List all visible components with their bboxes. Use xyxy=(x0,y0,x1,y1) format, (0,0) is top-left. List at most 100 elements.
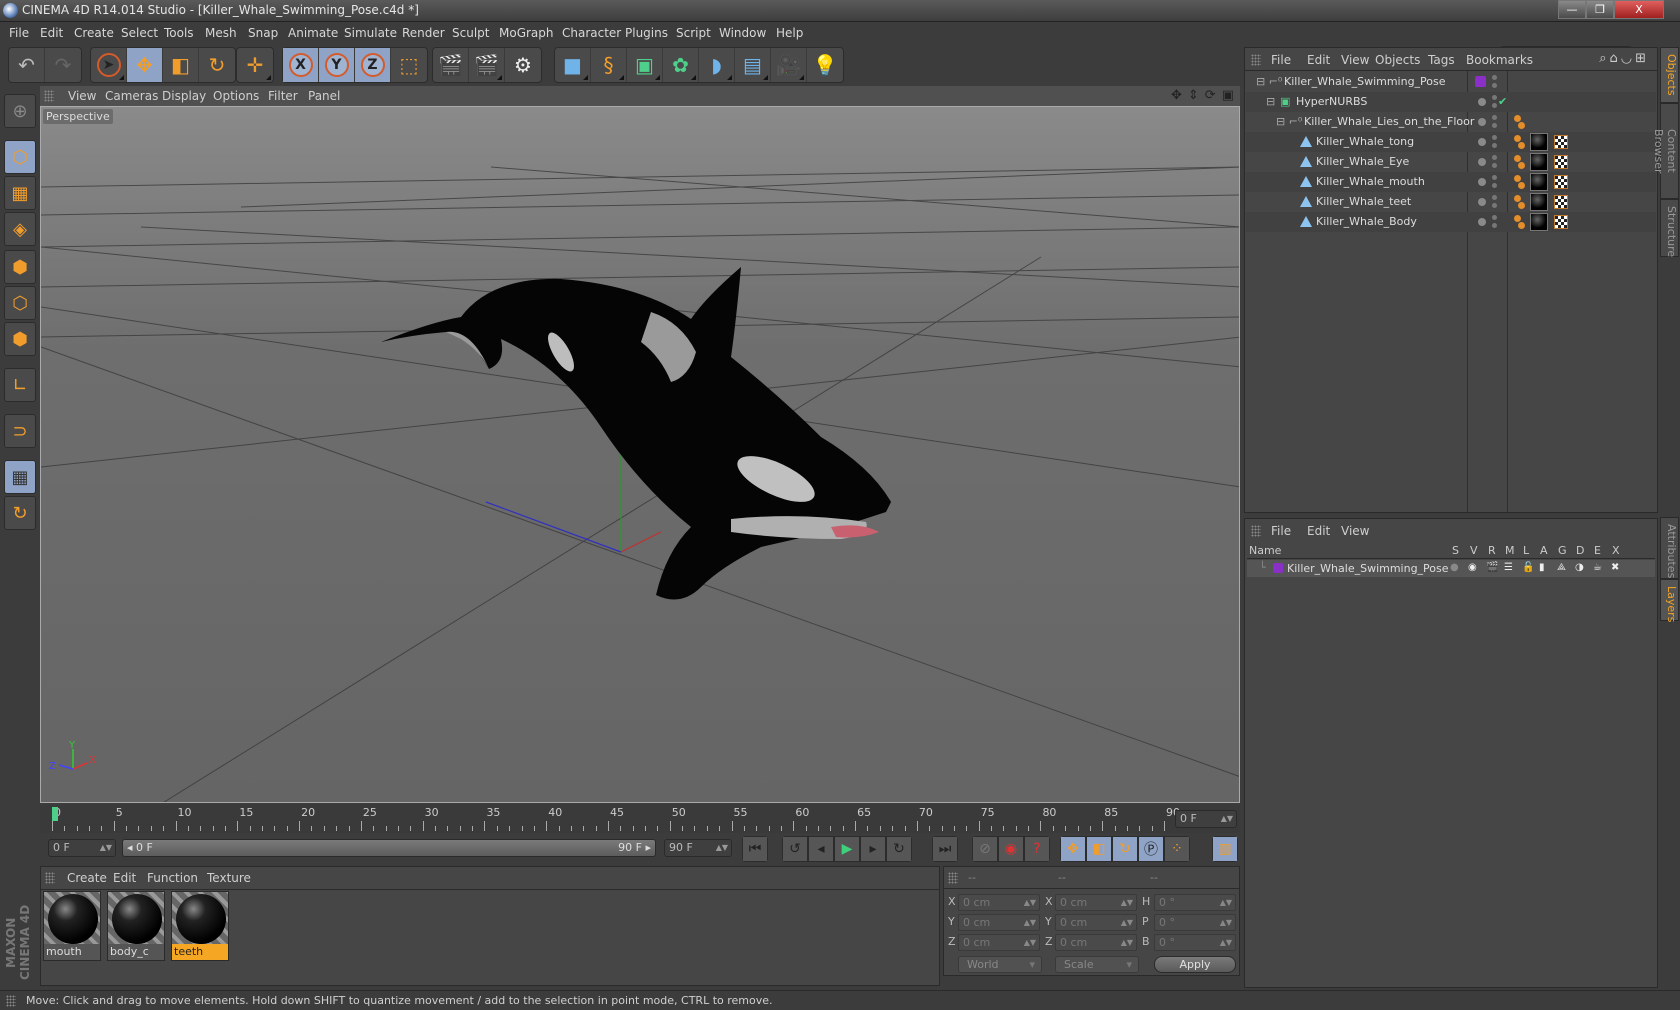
go-to-end-icon[interactable]: ⏭ xyxy=(932,836,958,862)
recent-tool-icon[interactable]: ✛ xyxy=(237,48,273,82)
panel-grip[interactable] xyxy=(44,90,54,102)
rotation-h-field[interactable]: 0 ° ▲▼ xyxy=(1154,894,1236,911)
material-menu-function[interactable]: Function xyxy=(147,871,198,885)
viewport-menu-filter[interactable]: Filter xyxy=(268,89,298,103)
material-menu-edit[interactable]: Edit xyxy=(113,871,136,885)
tab-objects[interactable]: Objects xyxy=(1660,47,1679,103)
rotate-view-icon[interactable]: ⟳ xyxy=(1205,88,1216,103)
layers-menu-edit[interactable]: Edit xyxy=(1307,524,1330,538)
spline-icon[interactable]: § xyxy=(591,48,627,82)
timeline-ruler[interactable]: 051015202530354045505560657075808590 0 F… xyxy=(40,805,1240,833)
objects-menu-view[interactable]: View xyxy=(1341,53,1369,67)
object-row-killer-whale-mouth[interactable]: Killer_Whale_mouth xyxy=(1246,172,1656,192)
workplane-icon[interactable]: ◈ xyxy=(4,212,36,246)
menu-create[interactable]: Create xyxy=(74,26,114,40)
animation-toggle-icon[interactable]: ▮ xyxy=(1539,562,1545,573)
object-row-hypernurbs[interactable]: ⊟ ▣ HyperNURBS ✔ xyxy=(1246,92,1656,112)
apply-button[interactable]: Apply xyxy=(1154,956,1236,973)
manager-toggle-icon[interactable]: ☰ xyxy=(1504,562,1513,573)
tab-attributes[interactable]: Attributes xyxy=(1660,517,1679,579)
menu-help[interactable]: Help xyxy=(776,26,803,40)
size-x-field[interactable]: 0 cm ▲▼ xyxy=(1055,894,1137,911)
restore-button[interactable]: ❐ xyxy=(1586,0,1614,19)
menu-mesh[interactable]: Mesh xyxy=(205,26,237,40)
playhead[interactable] xyxy=(52,807,58,821)
material-teeth[interactable]: teeth xyxy=(171,891,229,961)
menu-edit[interactable]: Edit xyxy=(40,26,63,40)
rotation-b-field[interactable]: 0 ° ▲▼ xyxy=(1154,934,1236,951)
cube-icon[interactable]: ■ xyxy=(555,48,591,82)
floor-icon[interactable]: ▤ xyxy=(735,48,771,82)
eye-icon[interactable]: ◡ xyxy=(1621,51,1635,66)
frame-range-slider[interactable]: ◂ 0 F 90 F ▸ xyxy=(122,839,656,857)
objects-menu-file[interactable]: File xyxy=(1271,53,1291,67)
viewport-menu-panel[interactable]: Panel xyxy=(308,89,340,103)
material-mouth[interactable]: mouth xyxy=(43,891,101,961)
layers-menu-view[interactable]: View xyxy=(1341,524,1369,538)
render-settings-icon[interactable]: ⚙ xyxy=(505,48,541,82)
next-frame-icon[interactable]: ▸ xyxy=(860,836,886,862)
move-icon[interactable]: ✥ xyxy=(127,48,163,82)
dolly-view-icon[interactable]: ⇕ xyxy=(1188,88,1199,103)
viewport-menu-options[interactable]: Options xyxy=(213,89,259,103)
killer-whale-model[interactable] xyxy=(381,267,891,600)
points-mode-icon[interactable]: ⬢ xyxy=(4,250,36,284)
menu-render[interactable]: Render xyxy=(402,26,445,40)
z-axis-icon[interactable]: Z xyxy=(355,48,391,82)
position-y-field[interactable]: 0 cm ▲▼ xyxy=(958,914,1040,931)
pan-view-icon[interactable]: ✥ xyxy=(1171,88,1182,103)
go-to-start-icon[interactable]: ⏮ xyxy=(742,836,768,862)
menu-character[interactable]: Character xyxy=(562,26,621,40)
record-icon[interactable]: ◉ xyxy=(998,836,1024,862)
object-row-killer-whale-tong[interactable]: Killer_Whale_tong xyxy=(1246,132,1656,152)
visible-toggle-icon[interactable]: ◉ xyxy=(1468,562,1477,573)
menu-plugins[interactable]: Plugins xyxy=(625,26,668,40)
next-key-icon[interactable]: ↻ xyxy=(886,836,912,862)
y-axis-icon[interactable]: Y xyxy=(319,48,355,82)
hypernurbs-icon[interactable]: ▣ xyxy=(627,48,663,82)
solo-toggle-icon[interactable]: ● xyxy=(1450,562,1459,573)
xrefs-toggle-icon[interactable]: ✖ xyxy=(1611,562,1619,573)
menu-snap[interactable]: Snap xyxy=(248,26,278,40)
light-icon[interactable]: 💡 xyxy=(807,48,843,82)
objects-menu-tags[interactable]: Tags xyxy=(1428,53,1455,67)
panel-grip[interactable] xyxy=(1251,54,1261,66)
scale-key-icon[interactable]: ◧ xyxy=(1086,836,1112,862)
size-y-field[interactable]: 0 cm ▲▼ xyxy=(1055,914,1137,931)
object-row-killer-whale-eye[interactable]: Killer_Whale_Eye xyxy=(1246,152,1656,172)
rotation-p-field[interactable]: 0 ° ▲▼ xyxy=(1154,914,1236,931)
panel-grip[interactable] xyxy=(45,872,55,884)
objects-menu-bookmarks[interactable]: Bookmarks xyxy=(1466,53,1533,67)
panel-grip[interactable] xyxy=(948,872,958,884)
coordinate-mode-dropdown[interactable]: World xyxy=(958,956,1042,973)
lock-workplane-icon[interactable]: ▦ xyxy=(4,460,36,494)
cloner-icon[interactable]: ✿ xyxy=(663,48,699,82)
expressions-toggle-icon[interactable]: ☕ xyxy=(1593,562,1602,573)
render-picture-viewer-icon[interactable]: 🎬 xyxy=(469,48,505,82)
end-frame-field[interactable]: 90 F ▲▼ xyxy=(664,839,732,857)
make-editable-icon[interactable]: ⊕ xyxy=(4,94,36,128)
menu-window[interactable]: Window xyxy=(719,26,766,40)
position-z-field[interactable]: 0 cm ▲▼ xyxy=(958,934,1040,951)
move-key-icon[interactable]: ✥ xyxy=(1060,836,1086,862)
layer-row[interactable]: └ Killer_Whale_Swimming_Pose ● ◉ 🎬 ☰ 🔓 ▮… xyxy=(1247,560,1655,577)
tab-content-browser[interactable]: Content Browser xyxy=(1652,103,1679,199)
snap-icon[interactable]: ⊃ xyxy=(4,414,36,448)
maximize-view-icon[interactable]: ▣ xyxy=(1222,88,1234,103)
3d-viewport[interactable]: Perspective Y Z X xyxy=(40,106,1240,803)
workplane-rotate-icon[interactable]: ↻ xyxy=(4,496,36,530)
texture-mode-icon[interactable]: ▦ xyxy=(4,176,36,210)
size-z-field[interactable]: 0 cm ▲▼ xyxy=(1055,934,1137,951)
object-row-killer-whale-swimming-pose[interactable]: ⊟ ⌐⁰ Killer_Whale_Swimming_Pose xyxy=(1246,72,1656,92)
menu-script[interactable]: Script xyxy=(676,26,711,40)
position-x-field[interactable]: 0 cm ▲▼ xyxy=(958,894,1040,911)
camera-icon[interactable]: 🎥 xyxy=(771,48,807,82)
menu-file[interactable]: File xyxy=(9,26,29,40)
tab-structure[interactable]: Structure xyxy=(1660,199,1679,257)
close-button[interactable]: X xyxy=(1614,0,1664,19)
redo-icon[interactable]: ↷ xyxy=(45,48,81,82)
panel-grip[interactable] xyxy=(1251,525,1261,537)
live-selection-icon[interactable]: ➤ xyxy=(91,48,127,82)
material-menu-texture[interactable]: Texture xyxy=(207,871,251,885)
layers-menu-file[interactable]: File xyxy=(1271,524,1291,538)
